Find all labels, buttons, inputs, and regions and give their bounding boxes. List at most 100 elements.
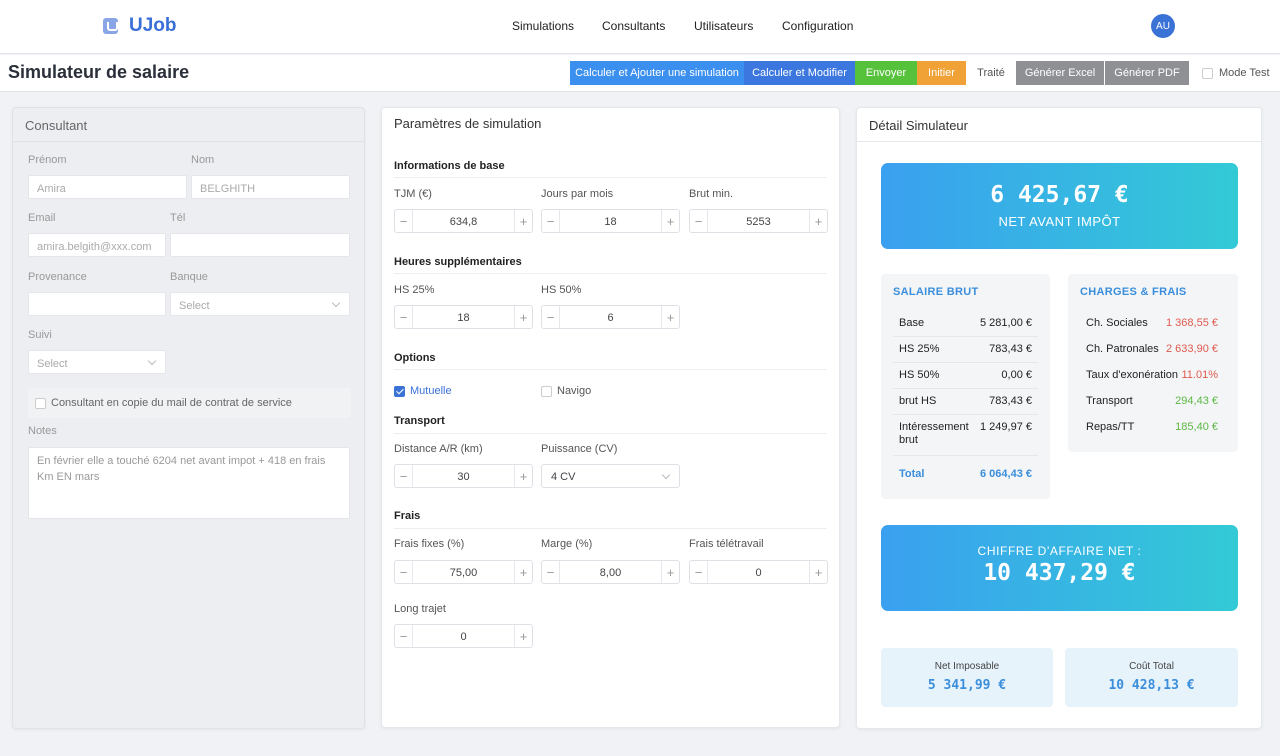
divider <box>394 273 827 274</box>
consultant-card: Consultant Prénom Nom Amira BELGHITH Ema… <box>12 107 365 729</box>
traite-button[interactable]: Traité <box>966 61 1016 85</box>
divider <box>394 177 827 178</box>
brut-row-value: 1 249,97 € <box>980 421 1032 433</box>
net-avant-impot-value: 6 425,67 € <box>990 182 1129 208</box>
generate-excel-button[interactable]: Générer Excel <box>1016 61 1104 85</box>
long-trajet-stepper: − 0 + <box>394 624 533 648</box>
generate-pdf-button[interactable]: Générer PDF <box>1105 61 1189 85</box>
brut-row-label: HS 50% <box>899 369 940 381</box>
increment-button[interactable]: + <box>514 465 532 487</box>
increment-button[interactable]: + <box>514 306 532 328</box>
notes-textarea[interactable]: En février elle a touché 6204 net avant … <box>28 447 350 519</box>
cout-total-value: 10 428,13 € <box>1108 678 1195 693</box>
increment-button[interactable]: + <box>514 210 532 232</box>
nav-simulations[interactable]: Simulations <box>512 19 574 33</box>
brut-row-value: 5 281,00 € <box>980 317 1032 329</box>
distance-stepper: − 30 + <box>394 464 533 488</box>
params-card-title: Paramètres de simulation <box>394 116 542 131</box>
increment-button[interactable]: + <box>514 625 532 647</box>
page-title: Simulateur de salaire <box>8 62 190 82</box>
hs25-value[interactable]: 18 <box>413 306 514 328</box>
decrement-button[interactable]: − <box>690 210 708 232</box>
charge-row-label: Ch. Patronales <box>1086 343 1159 355</box>
frais-fixes-label: Frais fixes (%) <box>394 538 465 550</box>
hs50-value[interactable]: 6 <box>560 306 661 328</box>
decrement-button[interactable]: − <box>395 306 413 328</box>
decrement-button[interactable]: − <box>395 210 413 232</box>
banque-label: Banque <box>170 271 208 283</box>
increment-button[interactable]: + <box>661 306 679 328</box>
navigo-label[interactable]: Navigo <box>557 385 591 397</box>
envoyer-button[interactable]: Envoyer <box>855 61 917 85</box>
decrement-button[interactable]: − <box>395 465 413 487</box>
marge-value[interactable]: 8,00 <box>560 561 661 583</box>
brut-min-value[interactable]: 5253 <box>708 210 809 232</box>
provenance-input[interactable] <box>28 292 166 316</box>
cout-total-panel: Coût Total 10 428,13 € <box>1065 648 1238 707</box>
puissance-value: 4 CV <box>551 471 576 483</box>
increment-button[interactable]: + <box>514 561 532 583</box>
brut-row-label: HS 25% <box>899 343 940 355</box>
puissance-select[interactable]: 4 CV <box>541 464 680 488</box>
hs25-stepper: − 18 + <box>394 305 533 329</box>
charge-row-value: 2 633,90 € <box>1166 343 1218 355</box>
page-header: Simulateur de salaire Calculer et Ajoute… <box>0 55 1280 92</box>
chevron-down-icon <box>147 356 157 366</box>
app-logo[interactable]: UJob <box>103 15 177 37</box>
copy-mail-label: Consultant en copie du mail de contrat d… <box>51 397 292 409</box>
nav-consultants[interactable]: Consultants <box>602 19 665 33</box>
charge-row-value: 185,40 € <box>1175 421 1218 433</box>
tel-label: Tél <box>170 212 186 224</box>
divider <box>893 362 1038 363</box>
divider <box>394 433 827 434</box>
mode-test-checkbox[interactable] <box>1202 68 1213 79</box>
prenom-input[interactable]: Amira <box>28 175 187 199</box>
copy-mail-checkbox[interactable] <box>35 398 46 409</box>
decrement-button[interactable]: − <box>690 561 708 583</box>
net-avant-impot-panel: 6 425,67 € NET AVANT IMPÔT <box>881 163 1238 249</box>
mode-test-label: Mode Test <box>1219 67 1270 79</box>
mutuelle-label[interactable]: Mutuelle <box>410 385 452 397</box>
mutuelle-checkbox[interactable] <box>394 386 405 397</box>
nav-configuration[interactable]: Configuration <box>782 19 853 33</box>
long-trajet-value[interactable]: 0 <box>413 625 514 647</box>
email-input[interactable]: amira.belgith@xxx.com <box>28 233 166 257</box>
charge-row-value: 294,43 € <box>1175 395 1218 407</box>
jours-value[interactable]: 18 <box>560 210 661 232</box>
increment-button[interactable]: + <box>809 210 827 232</box>
teletravail-value[interactable]: 0 <box>708 561 809 583</box>
charge-row-label: Transport <box>1086 395 1133 407</box>
jours-stepper: − 18 + <box>541 209 680 233</box>
decrement-button[interactable]: − <box>395 561 413 583</box>
increment-button[interactable]: + <box>661 561 679 583</box>
tel-input[interactable] <box>170 233 350 257</box>
tjm-stepper: − 634,8 + <box>394 209 533 233</box>
calc-add-button[interactable]: Calculer et Ajouter une simulation <box>570 61 744 85</box>
decrement-button[interactable]: − <box>542 306 560 328</box>
user-avatar[interactable]: AU <box>1151 14 1175 38</box>
divider <box>394 369 827 370</box>
distance-value[interactable]: 30 <box>413 465 514 487</box>
increment-button[interactable]: + <box>809 561 827 583</box>
brut-row-label: Intéressement brut <box>899 421 969 446</box>
increment-button[interactable]: + <box>661 210 679 232</box>
salaire-brut-panel: SALAIRE BRUT Base 5 281,00 € HS 25% 783,… <box>881 274 1050 499</box>
section-hs-title: Heures supplémentaires <box>394 256 522 268</box>
nom-input[interactable]: BELGHITH <box>191 175 350 199</box>
nav-utilisateurs[interactable]: Utilisateurs <box>694 19 753 33</box>
banque-select[interactable]: Select <box>170 292 350 316</box>
tjm-value[interactable]: 634,8 <box>413 210 514 232</box>
navigo-checkbox[interactable] <box>541 386 552 397</box>
brut-total-label: Total <box>899 468 925 480</box>
decrement-button[interactable]: − <box>542 210 560 232</box>
decrement-button[interactable]: − <box>542 561 560 583</box>
initier-button[interactable]: Initier <box>917 61 966 85</box>
frais-fixes-value[interactable]: 75,00 <box>413 561 514 583</box>
net-imposable-label: Net Imposable <box>934 661 1000 672</box>
decrement-button[interactable]: − <box>395 625 413 647</box>
calc-modify-button[interactable]: Calculer et Modifier <box>744 61 855 85</box>
tjm-label: TJM (€) <box>394 188 432 200</box>
suivi-select[interactable]: Select <box>28 350 166 374</box>
hs50-stepper: − 6 + <box>541 305 680 329</box>
section-transport-title: Transport <box>394 415 445 427</box>
